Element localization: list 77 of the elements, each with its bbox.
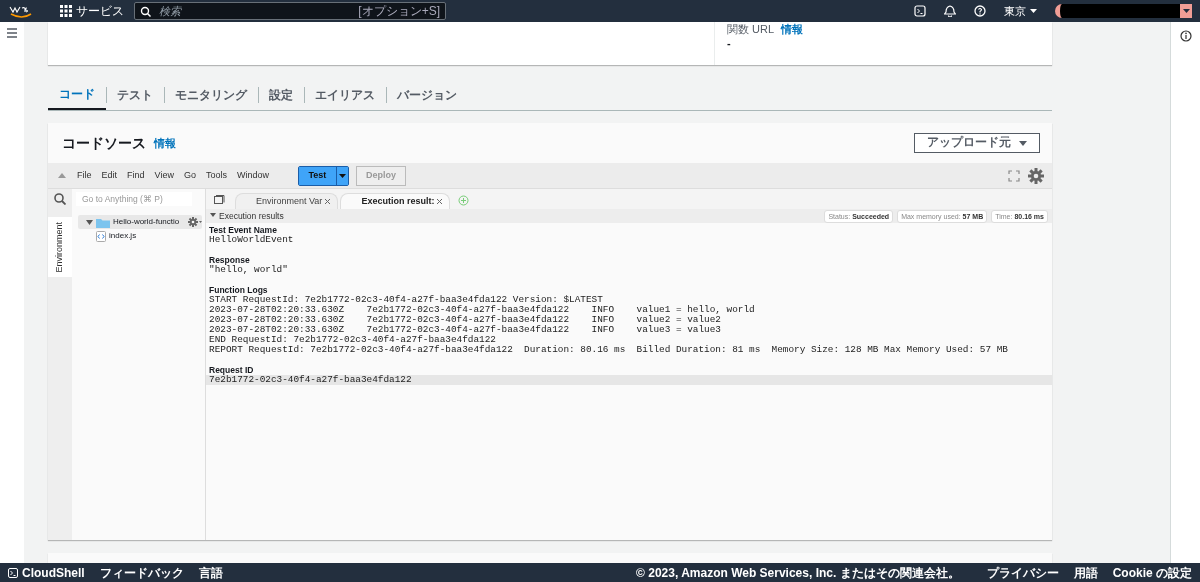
search-field[interactable]: Go to Anything (⌘ P): [76, 192, 192, 206]
section-header: Execution results: [219, 209, 284, 223]
log-line: 2023-07-28T02:20:33.630Z 7e2b1772-02c3-40f4-a27f-baa3e4fda122 INFO value3 = value3: [208, 325, 722, 335]
code-file-icon: [96, 230, 106, 242]
info-link[interactable]: 情報: [780, 23, 803, 35]
tab[interactable]: バージョン: [386, 80, 468, 110]
cloudshell-link[interactable]: CloudShell: [8, 563, 85, 582]
tree-item[interactable]: Hello-world-functio: [78, 215, 202, 229]
log-line: REPORT RequestId: 7e2b1772-02c3-40f4-a27f-baa3e4fda122 Duration: 80.16 ms Billed Duration: 81 ms Memory Size: 128 MB Max Memory Used: 57 MB: [208, 345, 1009, 355]
info-link[interactable]: 情報: [154, 134, 176, 152]
editor-tab[interactable]: Execution result:: [340, 193, 451, 209]
test-button[interactable]: Test: [298, 166, 336, 185]
info-icon[interactable]: [1179, 30, 1192, 42]
result-heading: Function Logs: [208, 285, 269, 295]
log-line: "hello, world": [208, 265, 289, 275]
search-icon: [140, 5, 151, 17]
upload-button[interactable]: アップロード元: [914, 133, 1040, 153]
log-line: 2023-07-28T02:20:33.630Z 7e2b1772-02c3-40f4-a27f-baa3e4fda122 INFO value1 = hello, world: [208, 305, 756, 315]
footer-link[interactable]: 用語: [1073, 563, 1098, 582]
search-field[interactable]: 検索 [オプション+S]: [134, 2, 446, 20]
menu-icon[interactable]: [7, 28, 17, 38]
menu-item[interactable]: Window: [231, 168, 274, 183]
settings-icon[interactable]: [188, 217, 202, 227]
panel-toggle-icon[interactable]: [214, 195, 225, 205]
field-value: -: [727, 36, 732, 50]
tab[interactable]: エイリアス: [304, 80, 386, 110]
result-heading: Test Event Name: [208, 225, 278, 235]
tab[interactable]: モニタリング: [164, 80, 258, 110]
menu-item[interactable]: Find: [122, 168, 150, 183]
log-line: 2023-07-28T02:20:33.630Z 7e2b1772-02c3-40f4-a27f-baa3e4fda122 INFO value2 = value2: [208, 315, 722, 325]
terminal-icon: [8, 567, 18, 578]
menu-item[interactable]: View: [149, 168, 179, 183]
menu-item[interactable]: Go: [178, 168, 201, 183]
tab[interactable]: テスト: [106, 80, 164, 110]
panel-title: コードソース: [62, 133, 146, 153]
result-heading: Response: [208, 255, 251, 265]
caret-icon: [1030, 9, 1037, 13]
aws-logo-icon[interactable]: [8, 4, 34, 18]
account-menu[interactable]: [1055, 4, 1180, 18]
caret-icon: [1182, 9, 1190, 13]
services-menu[interactable]: サービス: [76, 2, 124, 20]
tree-item[interactable]: index.js: [78, 229, 202, 243]
help-icon[interactable]: [974, 5, 986, 17]
terminal-icon[interactable]: [914, 5, 926, 17]
footer-link[interactable]: Cookie の設定: [1112, 563, 1192, 582]
expand-arrow-icon[interactable]: [210, 213, 216, 219]
menu-item[interactable]: Edit: [96, 168, 123, 183]
log-line: START RequestId: 7e2b1772-02c3-40f4-a27f-baa3e4fda122 Version: $LATEST: [208, 295, 604, 305]
region-menu[interactable]: 東京: [1004, 2, 1037, 20]
region-label: 東京: [1004, 3, 1026, 19]
shortcut-hint: [オプション+S]: [358, 3, 440, 20]
settings-icon[interactable]: [1028, 167, 1044, 184]
feedback-link[interactable]: フィードバック: [99, 563, 184, 582]
close-icon[interactable]: [436, 198, 444, 205]
footer-link[interactable]: プライバシー: [986, 563, 1059, 582]
menu-item[interactable]: Tools: [200, 168, 232, 183]
caret-icon: [338, 173, 346, 178]
menu-item[interactable]: File: [72, 168, 97, 183]
search-icon[interactable]: [54, 193, 66, 205]
log-line: END RequestId: 7e2b1772-02c3-40f4-a27f-baa3e4fda122: [208, 335, 497, 345]
copyright-text: © 2023, Amazon Web Services, Inc. またはその関連会社。: [636, 564, 960, 582]
caret-icon: [1019, 140, 1027, 146]
tab[interactable]: コード: [48, 80, 106, 110]
close-icon[interactable]: [324, 198, 332, 205]
account-caret-button[interactable]: [1180, 4, 1192, 18]
search-field[interactable]: 検索: [157, 1, 353, 21]
bell-icon[interactable]: [944, 5, 956, 17]
tab[interactable]: 設定: [258, 80, 304, 110]
expand-arrow-icon[interactable]: [86, 218, 93, 226]
language-link[interactable]: 言語: [198, 563, 223, 582]
side-tab[interactable]: Environment: [48, 217, 72, 277]
editor-tab[interactable]: Environment Var: [235, 193, 339, 209]
folder-icon: [96, 216, 110, 228]
log-line: HelloWorldEvent: [208, 235, 295, 245]
grid-icon[interactable]: [60, 5, 72, 17]
result-heading: Request ID: [208, 365, 255, 375]
field-label: 関数 URL: [727, 23, 774, 35]
